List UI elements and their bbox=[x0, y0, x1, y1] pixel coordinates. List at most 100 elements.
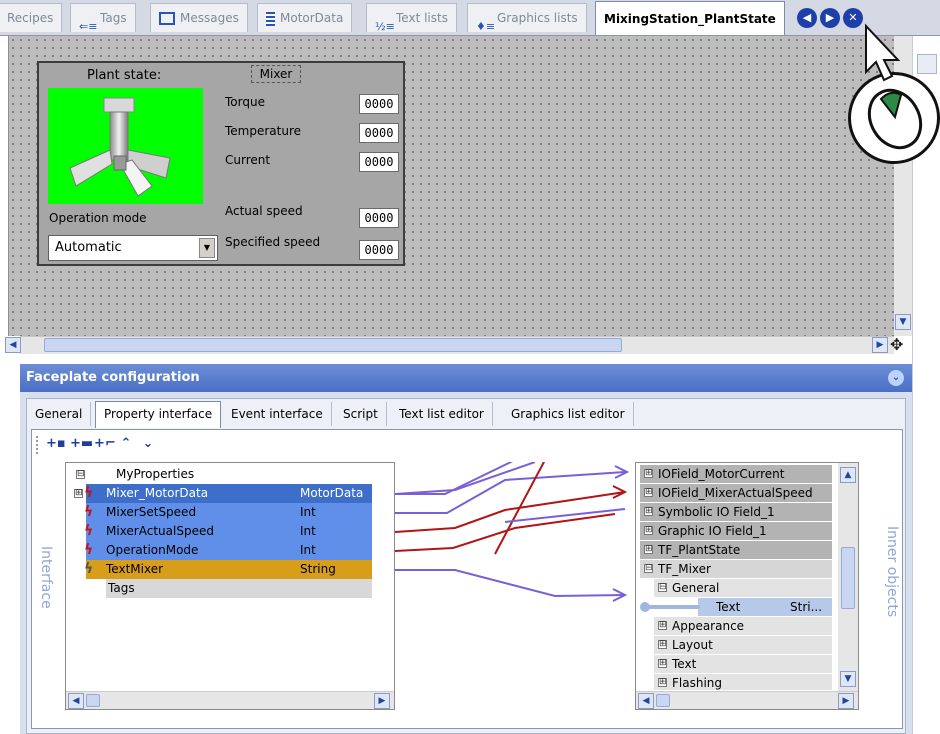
tab-text-lists[interactable]: ½≡Text lists bbox=[366, 3, 457, 33]
tab-property-interface[interactable]: Property interface bbox=[95, 401, 222, 428]
tab-general[interactable]: General bbox=[27, 402, 92, 426]
expand-icon[interactable]: ⊞ bbox=[74, 489, 83, 498]
tab-event-interface[interactable]: Event interface bbox=[223, 402, 332, 426]
inner-row-flashing[interactable]: ⊞ Flashing bbox=[654, 674, 832, 690]
scroll-up-icon[interactable]: ▲ bbox=[840, 467, 856, 483]
row-name: Layout bbox=[672, 638, 713, 652]
expand-icon[interactable]: ⊞ bbox=[658, 678, 667, 687]
bolt-outline-icon: ϟ bbox=[84, 561, 94, 577]
row-name: Flashing bbox=[672, 676, 723, 690]
operation-mode-select[interactable]: Automatic ▼ bbox=[48, 235, 218, 261]
tab-messages[interactable]: Messages bbox=[150, 3, 248, 32]
tree-row-operationmode[interactable]: ϟ OperationMode Int bbox=[84, 541, 372, 560]
tree-row-myproperties[interactable]: ⊟ MyProperties bbox=[66, 465, 376, 484]
inner-row-general[interactable]: ⊟ General bbox=[654, 579, 832, 597]
scroll-right-icon[interactable]: ▶ bbox=[838, 693, 854, 709]
collapse-icon[interactable]: ⊟ bbox=[76, 470, 85, 479]
inner-row-symbolic-io-field[interactable]: ⊞ Symbolic IO Field_1 bbox=[640, 503, 832, 521]
bolt-icon: ϟ bbox=[84, 542, 94, 558]
actual-speed-field[interactable]: 0000 bbox=[359, 208, 399, 228]
add-property-group-icon[interactable]: +▬ bbox=[70, 436, 93, 452]
inner-row-iofield-motorcurrent[interactable]: ⊞ IOField_MotorCurrent bbox=[640, 465, 832, 483]
inner-row-layout[interactable]: ⊞ Layout bbox=[654, 636, 832, 654]
expand-icon[interactable]: ⊞ bbox=[658, 659, 667, 668]
scroll-right-icon[interactable]: ▶ bbox=[872, 337, 888, 353]
bolt-icon: ϟ bbox=[84, 523, 94, 539]
panel-header: Faceplate configuration ⌄ bbox=[20, 364, 912, 392]
tab-tags[interactable]: ⇐≡Tags bbox=[70, 3, 136, 33]
scroll-down-icon[interactable]: ▼ bbox=[895, 314, 911, 330]
row-name: OperationMode bbox=[106, 543, 199, 557]
inner-row-graphic-io-field[interactable]: ⊞ Graphic IO Field_1 bbox=[640, 522, 832, 540]
scroll-down-icon[interactable]: ▼ bbox=[840, 671, 856, 687]
tab-graphics-lists[interactable]: ♦≡Graphics lists bbox=[467, 3, 587, 33]
scroll-left-icon[interactable]: ◀ bbox=[68, 693, 84, 709]
move-cross-icon[interactable]: ✥ bbox=[890, 335, 903, 354]
inner-row-tf-mixer[interactable]: ⊟ TF_Mixer bbox=[640, 560, 832, 578]
inner-objects-tree[interactable]: ⊞ IOField_MotorCurrent ⊞ IOField_MixerAc… bbox=[635, 462, 859, 710]
move-up-icon[interactable]: ⌃ bbox=[118, 436, 134, 452]
tab-mixingstation-plantstate[interactable]: MixingStation_PlantState bbox=[595, 1, 785, 35]
tab-text-list-editor[interactable]: Text list editor bbox=[391, 402, 493, 426]
add-property-icon[interactable]: +▪ bbox=[46, 436, 66, 452]
tab-label: MotorData bbox=[280, 11, 344, 25]
panel-body: General Property interface Event interfa… bbox=[26, 398, 906, 734]
add-property-item-icon[interactable]: +⌐ bbox=[94, 436, 116, 452]
mixer-title-field[interactable]: Mixer bbox=[251, 65, 301, 83]
expand-icon[interactable]: ⊞ bbox=[658, 621, 667, 630]
scroll-right-icon[interactable]: ▶ bbox=[374, 693, 390, 709]
scroll-left-icon[interactable]: ◀ bbox=[5, 337, 21, 353]
faceplate-mixer[interactable]: Plant state: Mixer Torque 0000 Temperatu… bbox=[37, 61, 405, 266]
move-down-icon[interactable]: ⌄ bbox=[140, 436, 156, 452]
tab-graphics-list-editor[interactable]: Graphics list editor bbox=[503, 402, 634, 426]
expand-icon[interactable]: ⊞ bbox=[644, 469, 653, 478]
tab-script[interactable]: Script bbox=[335, 402, 387, 426]
tab-motordata[interactable]: MotorData bbox=[257, 3, 353, 32]
scroll-left-icon[interactable]: ◀ bbox=[638, 693, 654, 709]
specified-speed-field[interactable]: 0000 bbox=[359, 240, 399, 260]
scrollbar-thumb[interactable] bbox=[44, 338, 622, 352]
previous-tab-button[interactable]: ◀ bbox=[797, 8, 817, 28]
inner-row-tf-plantstate[interactable]: ⊞ TF_PlantState bbox=[640, 541, 832, 559]
collapse-icon[interactable]: ⊟ bbox=[658, 583, 667, 592]
collapse-panel-icon[interactable]: ⌄ bbox=[888, 370, 904, 386]
chevron-down-icon[interactable]: ▼ bbox=[199, 238, 215, 258]
tree-row-mixer-motordata[interactable]: ⊞ ϟ Mixer_MotorData MotorData bbox=[74, 484, 372, 503]
row-type: Int bbox=[300, 543, 316, 557]
tree-row-mixeractualspeed[interactable]: ϟ MixerActualSpeed Int bbox=[84, 522, 372, 541]
tab-recipes[interactable]: Recipes bbox=[0, 3, 63, 32]
interface-horizontal-scrollbar[interactable]: ◀ ▶ bbox=[66, 691, 394, 709]
plant-state-label: Plant state: bbox=[87, 68, 162, 83]
specified-speed-label: Specified speed bbox=[225, 235, 321, 249]
next-tab-button[interactable]: ▶ bbox=[820, 8, 840, 28]
expand-icon[interactable]: ⊞ bbox=[644, 545, 653, 554]
tree-row-mixersetspeed[interactable]: ϟ MixerSetSpeed Int bbox=[84, 503, 372, 522]
tab-label: Tags bbox=[100, 11, 127, 25]
row-type: Stri... bbox=[790, 600, 823, 614]
mixer-graphic bbox=[48, 88, 203, 204]
chevron-left-icon: ◀ bbox=[802, 11, 812, 24]
inner-objects-vertical-scrollbar[interactable]: ▲ ▼ bbox=[838, 463, 858, 691]
interface-tree[interactable]: ⊟ MyProperties ⊞ ϟ Mixer_MotorData Motor… bbox=[65, 462, 395, 710]
expand-icon[interactable]: ⊞ bbox=[644, 507, 653, 516]
canvas-horizontal-scrollbar[interactable]: ◀ ▶ ✥ bbox=[5, 335, 903, 354]
scrollbar-thumb[interactable] bbox=[841, 547, 855, 609]
expand-icon[interactable]: ⊞ bbox=[658, 640, 667, 649]
current-field[interactable]: 0000 bbox=[359, 152, 399, 172]
tree-row-textmixer[interactable]: ϟ TextMixer String bbox=[84, 560, 372, 579]
inner-objects-horizontal-scrollbar[interactable]: ◀ ▶ bbox=[636, 691, 858, 709]
scrollbar-thumb[interactable] bbox=[656, 694, 670, 707]
inner-row-text-group[interactable]: ⊞ Text bbox=[654, 655, 832, 673]
collapse-icon[interactable]: ⊟ bbox=[644, 564, 653, 573]
scrollbar-thumb[interactable] bbox=[86, 694, 100, 707]
expand-icon[interactable]: ⊞ bbox=[644, 488, 653, 497]
torque-field[interactable]: 0000 bbox=[359, 94, 399, 114]
inner-row-iofield-mixeractualspeed[interactable]: ⊞ IOField_MixerActualSpeed bbox=[640, 484, 832, 502]
collapse-strip-icon[interactable] bbox=[917, 54, 937, 74]
inner-row-appearance[interactable]: ⊞ Appearance bbox=[654, 617, 832, 635]
tags-icon: ⇐≡ bbox=[79, 19, 98, 33]
expand-icon[interactable]: ⊞ bbox=[644, 526, 653, 535]
temperature-field[interactable]: 0000 bbox=[359, 123, 399, 143]
inner-row-text-property[interactable]: Text Stri... bbox=[698, 598, 832, 616]
tree-row-tags[interactable]: Tags bbox=[106, 579, 372, 598]
